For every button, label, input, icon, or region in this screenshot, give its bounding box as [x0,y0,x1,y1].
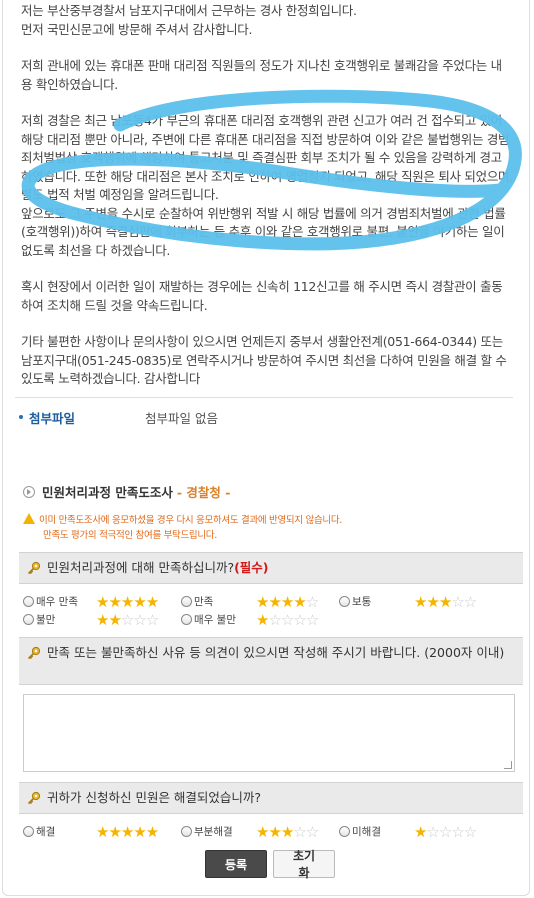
q1-option-label: 불만 [36,614,56,626]
warning-icon [23,513,35,524]
answer-paragraph-4: 혹시 현장에서 이러한 일이 재발하는 경우에는 신속히 112신고를 해 주시… [21,279,503,313]
q3-option-resolved[interactable]: 해결 [23,824,55,839]
radio-button[interactable] [339,826,350,837]
bullet-icon [19,415,23,419]
radio-button[interactable] [23,614,34,625]
survey-org: - 경찰청 - [176,485,231,500]
five-star-icon: ★★★★★ [96,823,159,841]
survey-title: 민원처리과정 만족도조사 [42,485,173,500]
question-3-bar: 귀하가 신청하신 민원은 해결되었습니까? [19,782,523,814]
key-icon [27,561,41,575]
resize-handle-icon[interactable] [504,761,512,769]
radio-button[interactable] [181,614,192,625]
radio-button[interactable] [181,596,192,607]
question-1-options: 매우 만족 ★★★★★ 만족 ★★★★☆ 보통 ★★★☆☆ 불만 ★★☆☆☆ 매… [21,594,521,630]
reset-button[interactable]: 초기화 [273,849,335,880]
question-1-bar: 민원처리과정에 대해 만족하십니까?(필수) [19,552,523,584]
radio-button[interactable] [181,826,192,837]
attachment-value: 첨부파일 없음 [145,410,218,426]
q3-option-unresolved[interactable]: 미해결 [339,824,381,839]
notice-line-2: 만족도 평가의 적극적인 참여를 부탁드립니다. [43,530,217,541]
q3-option-label: 부분해결 [194,826,233,838]
answer-paragraph-2: 저희 관내에 있는 휴대폰 판매 대리점 직원들의 정도가 지나친 호객행위로 … [21,58,502,92]
complaint-answer-panel: 저는 부산중부경찰서 남포지구대에서 근무하는 경사 한정희입니다. 먼저 국민… [2,0,530,896]
four-star-icon: ★★★★☆ [256,593,319,611]
opinion-textarea[interactable] [23,694,515,772]
question-2-bar: 만족 또는 불만족하신 사유 등 의견이 있으시면 작성해 주시기 바랍니다. … [19,637,523,685]
radio-button[interactable] [23,596,34,607]
q1-option-dissatisfied[interactable]: 불만 [23,612,55,627]
q1-option-label: 보통 [352,596,372,608]
three-star-icon: ★★★☆☆ [256,823,319,841]
one-star-icon: ★☆☆☆☆ [256,611,319,629]
submit-button[interactable]: 등록 [205,850,267,878]
q1-option-very-satisfied[interactable]: 매우 만족 [23,594,78,609]
key-icon [27,646,41,660]
answer-paragraph-3: 저희 경찰은 최근 남포동4가 부근의 휴대폰 대리점 호객행위 관련 신고가 … [21,113,513,258]
survey-heading: 민원처리과정 만족도조사 - 경찰청 - [23,482,230,501]
five-star-icon: ★★★★★ [96,593,159,611]
notice-line-1: 이미 만족도조사에 응모하셨을 경우 다시 응모하셔도 결과에 반영되지 않습니… [39,515,342,526]
q1-option-neutral[interactable]: 보통 [339,594,371,609]
form-buttons: 등록 초기화 [3,849,529,880]
question-1-text: 민원처리과정에 대해 만족하십니까? [47,560,235,575]
q3-option-label: 미해결 [352,826,381,838]
q3-option-label: 해결 [36,826,56,838]
q1-option-very-dissatisfied[interactable]: 매우 불만 [181,612,236,627]
three-star-icon: ★★★☆☆ [414,593,477,611]
answer-paragraph-1: 저는 부산중부경찰서 남포지구대에서 근무하는 경사 한정희입니다. 먼저 국민… [21,3,357,37]
question-3-options: 해결 ★★★★★ 부분해결 ★★★☆☆ 미해결 ★☆☆☆☆ [21,824,521,842]
answer-paragraph-5: 기타 불편한 사항이나 문의사항이 있으시면 언제든지 중부서 생활안전계(05… [21,334,507,386]
q1-option-label: 매우 불만 [194,614,236,626]
required-mark: (필수) [234,560,269,575]
q1-option-label: 만족 [194,596,214,608]
two-star-icon: ★★☆☆☆ [96,611,159,629]
play-circle-icon [23,485,35,498]
q1-option-label: 매우 만족 [36,596,78,608]
question-2-text: 만족 또는 불만족하신 사유 등 의견이 있으시면 작성해 주시기 바랍니다. … [47,645,505,660]
q3-option-partially-resolved[interactable]: 부분해결 [181,824,233,839]
question-3-text: 귀하가 신청하신 민원은 해결되었습니까? [47,790,262,805]
q1-option-satisfied[interactable]: 만족 [181,594,213,609]
radio-button[interactable] [23,826,34,837]
one-star-icon: ★☆☆☆☆ [414,823,477,841]
key-icon [27,791,41,805]
answer-body: 저는 부산중부경찰서 남포지구대에서 근무하는 경사 한정희입니다. 먼저 국민… [3,0,529,389]
radio-button[interactable] [339,596,350,607]
attachment-label: 첨부파일 [29,410,76,426]
survey-notice: 이미 만족도조사에 응모하셨을 경우 다시 응모하셔도 결과에 반영되지 않습니… [23,512,342,543]
attachment-row: 첨부파일 첨부파일 없음 [15,396,513,427]
